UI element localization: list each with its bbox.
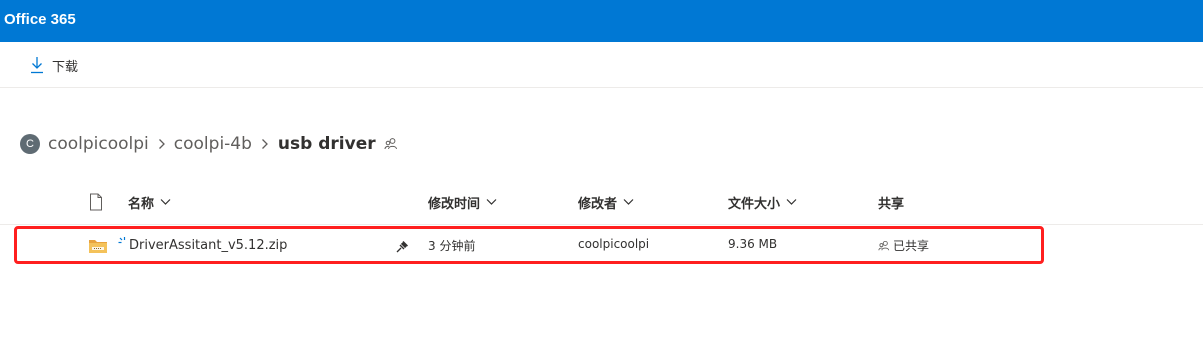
- column-header-size-label: 文件大小: [728, 196, 781, 212]
- chevron-right-icon: [158, 138, 166, 150]
- column-header-modified-by[interactable]: 修改者: [578, 192, 634, 212]
- chevron-down-icon: [486, 199, 497, 205]
- column-header-modified[interactable]: 修改时间: [428, 192, 497, 212]
- new-item-icon: [118, 231, 128, 250]
- file-modified-by[interactable]: coolpicoolpi: [578, 237, 649, 251]
- column-header-sharing-label: 共享: [878, 196, 905, 212]
- column-header-name[interactable]: 名称: [128, 192, 171, 212]
- app-title[interactable]: Office 365: [4, 11, 76, 28]
- file-name[interactable]: DriverAssitant_v5.12.zip: [129, 238, 287, 253]
- download-button[interactable]: 下载: [30, 54, 78, 76]
- chevron-down-icon: [623, 199, 634, 205]
- chevron-down-icon: [160, 199, 171, 205]
- file-modified: 3 分钟前: [428, 239, 476, 253]
- column-header-modified-by-label: 修改者: [578, 196, 618, 212]
- breadcrumb-current: usb driver: [277, 134, 376, 154]
- download-arrow-icon: [30, 56, 44, 74]
- column-header-size[interactable]: 文件大小: [728, 192, 797, 212]
- breadcrumb-item-site[interactable]: coolpicoolpi: [48, 134, 149, 154]
- shared-people-icon[interactable]: [384, 137, 398, 151]
- column-header-sharing[interactable]: 共享: [878, 192, 904, 212]
- shared-people-icon: [878, 240, 890, 250]
- command-bar: 下载: [0, 42, 1203, 88]
- zip-folder-icon: [88, 238, 108, 258]
- file-type-icon[interactable]: [88, 193, 104, 215]
- file-sharing-label: 已共享: [893, 239, 930, 253]
- top-bar: Office 365: [0, 0, 1203, 42]
- column-header-modified-label: 修改时间: [428, 196, 481, 212]
- chevron-right-icon: [261, 138, 269, 150]
- site-avatar: C: [20, 134, 40, 154]
- file-sharing-status[interactable]: 已共享: [878, 237, 929, 254]
- column-header-name-label: 名称: [128, 196, 155, 212]
- breadcrumb: C coolpicoolpi coolpi-4b usb driver: [20, 131, 398, 157]
- breadcrumb-item-folder[interactable]: coolpi-4b: [174, 134, 252, 154]
- chevron-down-icon: [786, 199, 797, 205]
- pin-icon[interactable]: [396, 238, 409, 257]
- file-size: 9.36 MB: [728, 237, 778, 251]
- row-divider: [0, 224, 1203, 225]
- download-label: 下载: [52, 59, 79, 75]
